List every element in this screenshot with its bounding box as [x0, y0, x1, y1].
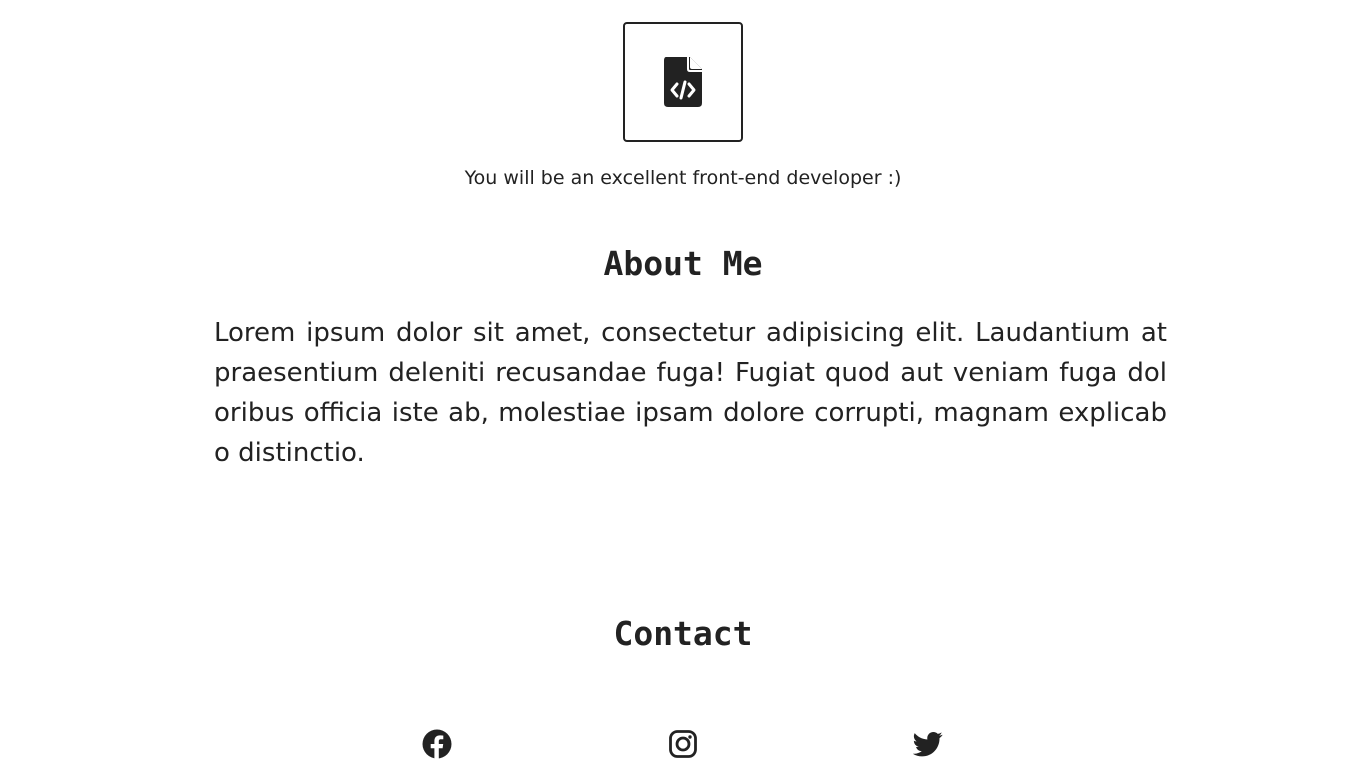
instagram-link[interactable] [668, 729, 698, 759]
instagram-icon [669, 730, 697, 758]
contact-title: Contact [613, 614, 753, 653]
facebook-link[interactable] [422, 729, 452, 759]
file-code-icon [664, 57, 702, 107]
twitter-link[interactable] [913, 729, 943, 759]
tagline: You will be an excellent front-end devel… [464, 167, 902, 189]
twitter-icon [913, 732, 943, 757]
logo-box [623, 22, 743, 142]
about-text: Lorem ipsum dolor sit amet, consectetur … [214, 318, 1167, 468]
facebook-icon [422, 729, 452, 759]
about-title: About Me [603, 244, 763, 283]
